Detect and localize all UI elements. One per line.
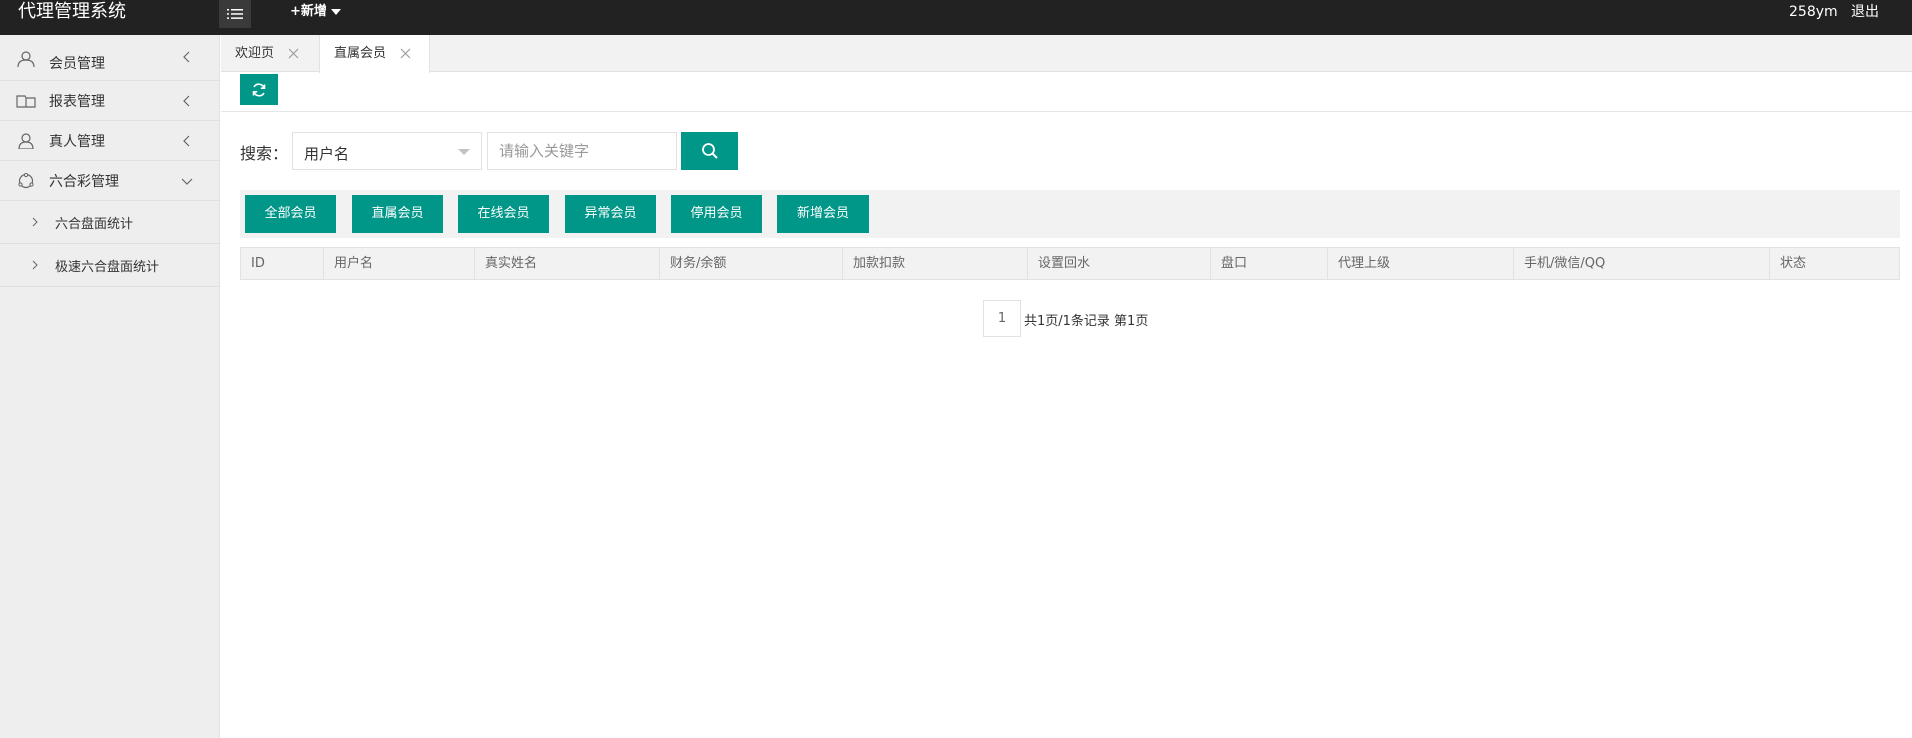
sidebar-item-label: 报表管理 (49, 93, 105, 110)
sidebar-item-label: 六合彩管理 (49, 173, 119, 190)
sidebar-subitem-lhc-stats[interactable]: 六合盘面统计 (0, 201, 219, 244)
refresh-button[interactable] (240, 74, 278, 105)
close-icon[interactable] (288, 48, 299, 59)
tab-welcome[interactable]: 欢迎页 (221, 35, 319, 72)
app-title: 代理管理系统 (18, 1, 126, 22)
menu-toggle-button[interactable] (219, 0, 251, 28)
user-icon (17, 51, 35, 67)
pagination-info: 共1页/1条记录 第1页 (1024, 314, 1149, 329)
column-header: 财务/余额 (660, 248, 843, 279)
column-header: 手机/微信/QQ (1514, 248, 1770, 279)
keyword-input[interactable] (487, 132, 677, 170)
search-field-select[interactable]: 用户名 (292, 132, 482, 170)
sidebar-subitem-label: 极速六合盘面统计 (55, 259, 160, 275)
column-header: ID (241, 248, 324, 279)
filter-disabled-members-button[interactable]: 停用会员 (671, 195, 762, 233)
table-header: ID 用户名 真实姓名 财务/余额 加款扣款 设置回水 盘口 代理上级 手机/微… (240, 247, 1900, 280)
select-value: 用户名 (304, 145, 350, 163)
column-header: 真实姓名 (475, 248, 660, 279)
sidebar-item-report-management[interactable]: 报表管理 (0, 81, 219, 121)
refresh-icon (252, 82, 266, 97)
sidebar-item-member-management[interactable]: 会员管理 (0, 35, 219, 81)
column-header: 盘口 (1211, 248, 1328, 279)
toolbar-row (221, 72, 1912, 112)
chevron-left-icon (183, 95, 190, 106)
caret-down-icon (458, 149, 470, 155)
close-icon[interactable] (400, 48, 411, 59)
chevron-right-icon (32, 260, 38, 270)
pagination-page-button[interactable]: 1 (983, 300, 1021, 337)
chevron-down-icon (181, 178, 193, 185)
column-header: 用户名 (324, 248, 475, 279)
filter-all-members-button[interactable]: 全部会员 (245, 195, 336, 233)
column-header: 设置回水 (1028, 248, 1211, 279)
add-new-dropdown[interactable]: +新增 (290, 2, 341, 22)
column-header: 加款扣款 (843, 248, 1028, 279)
chevron-right-icon (32, 217, 38, 227)
caret-down-icon (330, 9, 341, 15)
filter-direct-members-button[interactable]: 直属会员 (352, 195, 443, 233)
filter-bar: 全部会员 直属会员 在线会员 异常会员 停用会员 新增会员 (240, 190, 1900, 238)
username[interactable]: 258ym (1789, 2, 1838, 22)
report-icon (16, 95, 36, 108)
sidebar-subitem-fast-lhc-stats[interactable]: 极速六合盘面统计 (0, 244, 219, 287)
chevron-left-icon (183, 135, 190, 146)
search-button[interactable] (681, 132, 738, 170)
sidebar-item-label: 会员管理 (49, 56, 105, 72)
sidebar-item-live-management[interactable]: 真人管理 (0, 121, 219, 161)
filter-abnormal-members-button[interactable]: 异常会员 (565, 195, 656, 233)
filter-new-members-button[interactable]: 新增会员 (777, 195, 869, 233)
sidebar: 会员管理 报表管理 真人管理 六合彩管理 六合盘面统计 极速六合盘面统计 (0, 35, 220, 738)
sidebar-item-label: 真人管理 (49, 133, 105, 150)
person-icon (18, 133, 34, 149)
chevron-left-icon (183, 51, 190, 63)
logout-link[interactable]: 退出 (1851, 2, 1879, 22)
search-icon (701, 143, 718, 159)
sidebar-item-lottery-management[interactable]: 六合彩管理 (0, 161, 219, 201)
add-new-label: +新增 (290, 4, 327, 19)
lottery-icon (18, 173, 34, 189)
list-icon (227, 9, 243, 19)
tab-direct-members[interactable]: 直属会员 (319, 35, 430, 73)
column-header: 状态 (1780, 256, 1807, 271)
column-header: 代理上级 (1328, 248, 1514, 279)
search-label: 搜索： (240, 144, 289, 163)
tab-bar: 欢迎页 直属会员 (221, 35, 1912, 73)
tab-label: 直属会员 (334, 46, 387, 61)
tab-label: 欢迎页 (235, 46, 275, 61)
top-bar: 代理管理系统 +新增 258ym 退出 (0, 0, 1912, 35)
sidebar-subitem-label: 六合盘面统计 (55, 216, 134, 232)
filter-online-members-button[interactable]: 在线会员 (458, 195, 549, 233)
